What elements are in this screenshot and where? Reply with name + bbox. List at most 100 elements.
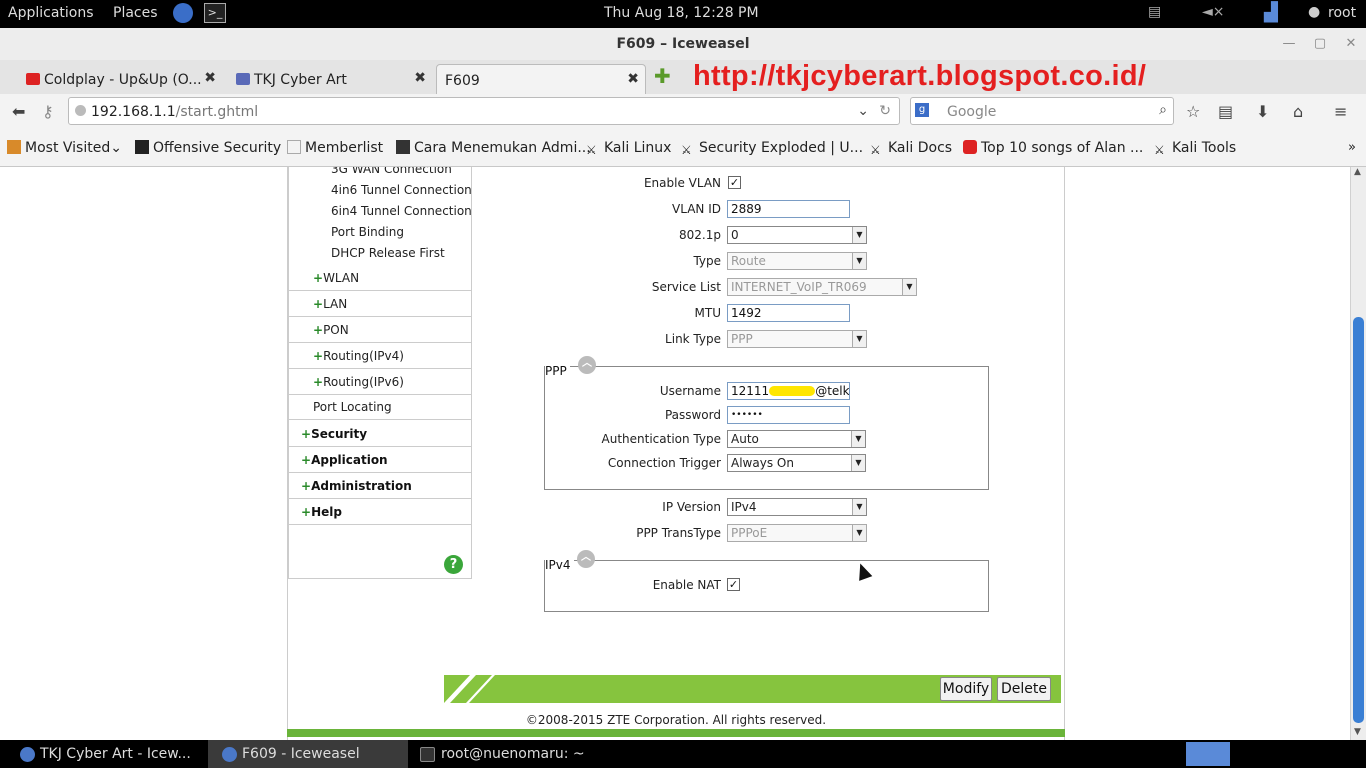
tab-tkj-cyber-art[interactable]: TKJ Cyber Art ✖ — [230, 64, 432, 94]
menu-application[interactable]: +Application — [289, 447, 471, 473]
bookmarks-overflow-icon[interactable]: » — [1348, 140, 1356, 155]
close-tab-icon[interactable]: ✖ — [204, 70, 216, 86]
user-menu[interactable]: root — [1328, 5, 1356, 21]
applications-menu[interactable]: Applications — [8, 5, 94, 21]
new-tab-icon[interactable]: ✚ — [654, 64, 671, 88]
close-tab-icon[interactable]: ✖ — [627, 71, 639, 87]
bookmark-star-icon[interactable]: ☆ — [1186, 102, 1200, 121]
bookmark-top10-songs[interactable]: Top 10 songs of Alan ... — [963, 140, 1143, 156]
tab-coldplay[interactable]: Coldplay - Up&Up (O... ✖ — [20, 64, 222, 94]
menu-help[interactable]: +Help — [289, 499, 471, 525]
username-input[interactable]: 12111@telkc — [727, 382, 850, 400]
password-input[interactable]: •••••• — [727, 406, 850, 424]
close-window-icon[interactable]: ✕ — [1342, 35, 1360, 53]
chat-icon[interactable]: ● — [1308, 4, 1320, 20]
tab-f609[interactable]: F609 ✖ — [436, 64, 646, 94]
taskbar: TKJ Cyber Art - Icew... F609 - Iceweasel… — [0, 740, 1366, 768]
ipv4-legend: IPv4 — [545, 558, 574, 572]
enable-nat-checkbox[interactable]: ✓ — [727, 578, 740, 591]
8021p-select[interactable]: 0 ▼ — [727, 226, 867, 244]
terminal-launcher-icon[interactable]: >_ — [204, 3, 226, 23]
vertical-scrollbar[interactable]: ▲ ▼ — [1350, 167, 1366, 740]
service-list-select[interactable]: INTERNET_VoIP_TR069 ▼ — [727, 278, 917, 296]
vlan-id-label: VLAN ID — [672, 202, 721, 216]
taskbar-terminal[interactable]: root@nuenomaru: ~ — [408, 740, 628, 768]
type-select[interactable]: Route ▼ — [727, 252, 867, 270]
maximize-icon[interactable]: ▢ — [1311, 35, 1329, 53]
menu-wlan[interactable]: +WLAN — [289, 265, 471, 291]
menu-pon[interactable]: +PON — [289, 317, 471, 343]
search-placeholder: Google — [947, 104, 997, 120]
iceweasel-icon — [222, 747, 237, 762]
menu-lan[interactable]: +LAN — [289, 291, 471, 317]
places-menu[interactable]: Places — [113, 5, 158, 21]
navigation-bar: ⬅ ⚷ 192.168.1.1/start.ghtml ⌄ ↻ g Google… — [0, 94, 1366, 130]
site-icon — [396, 140, 410, 154]
bookmark-kali-linux[interactable]: ⚔ Kali Linux — [586, 140, 671, 157]
menu-port-locating[interactable]: Port Locating — [289, 394, 471, 420]
clock[interactable]: Thu Aug 18, 12:28 PM — [604, 5, 759, 21]
copyright-text: ©2008-2015 ZTE Corporation. All rights r… — [525, 713, 827, 727]
url-dropdown-icon[interactable]: ⌄ — [857, 103, 869, 119]
taskbar-f609[interactable]: F609 - Iceweasel — [208, 740, 408, 768]
bookmark-memberlist[interactable]: Memberlist — [287, 140, 383, 156]
bookmark-cara-menemukan[interactable]: Cara Menemukan Admi... — [396, 140, 591, 156]
kali-dragon-icon: ⚔ — [870, 143, 881, 157]
clipboard-icon[interactable]: ▤ — [1148, 4, 1161, 20]
bookmark-most-visited[interactable]: Most Visited⌄ — [7, 140, 122, 156]
connection-trigger-label: Connection Trigger — [607, 456, 721, 470]
help-icon[interactable]: ? — [444, 555, 463, 574]
auth-type-select[interactable]: Auto ▼ — [727, 430, 866, 448]
google-icon[interactable]: g — [915, 103, 929, 117]
menu-administration[interactable]: +Administration — [289, 473, 471, 499]
enable-vlan-checkbox[interactable]: ✓ — [728, 176, 741, 189]
scroll-up-icon[interactable]: ▲ — [1354, 167, 1361, 177]
delete-button[interactable]: Delete — [997, 677, 1051, 701]
bookmark-kali-tools[interactable]: ⚔ Kali Tools — [1154, 140, 1236, 157]
vlan-id-input[interactable]: 2889 — [727, 200, 850, 218]
chevron-down-icon: ▼ — [852, 525, 866, 541]
scrollbar-thumb[interactable] — [1353, 317, 1364, 723]
page-icon — [287, 140, 301, 154]
bookmark-kali-docs[interactable]: ⚔ Kali Docs — [870, 140, 952, 157]
scroll-down-icon[interactable]: ▼ — [1354, 727, 1361, 737]
menu-dhcp-release[interactable]: DHCP Release First — [331, 240, 513, 266]
reload-icon[interactable]: ↻ — [879, 103, 891, 119]
taskbar-tkj-cyber-art[interactable]: TKJ Cyber Art - Icew... — [0, 740, 208, 768]
search-icon[interactable]: ⌕ — [1159, 102, 1167, 118]
volume-muted-icon[interactable]: ◄× — [1202, 4, 1225, 20]
ppp-transtype-select[interactable]: PPPoE ▼ — [727, 524, 867, 542]
connection-trigger-select[interactable]: Always On ▼ — [727, 454, 866, 472]
workspace-switcher[interactable] — [1186, 742, 1230, 766]
collapse-ipv4-icon[interactable]: ︿ — [577, 550, 595, 568]
ip-version-select[interactable]: IPv4 ▼ — [727, 498, 867, 516]
search-box[interactable]: g Google ⌕ — [910, 97, 1174, 125]
bookmark-security-exploded[interactable]: ⚔ Security Exploded | U... — [681, 140, 863, 157]
network-signal-icon[interactable]: ▟ — [1264, 2, 1278, 23]
menu-icon[interactable]: ≡ — [1334, 102, 1347, 121]
collapse-ppp-icon[interactable]: ︿ — [578, 356, 596, 374]
footer-bar — [287, 729, 1065, 737]
close-tab-icon[interactable]: ✖ — [414, 70, 426, 86]
enable-nat-label: Enable NAT — [652, 578, 721, 592]
iceweasel-launcher-icon[interactable] — [173, 3, 193, 23]
youtube-icon — [963, 140, 977, 154]
mtu-input[interactable]: 1492 — [727, 304, 850, 322]
site-identity-icon[interactable]: ⚷ — [42, 102, 54, 121]
link-type-select[interactable]: PPP ▼ — [727, 330, 867, 348]
menu-routing-ipv6[interactable]: +Routing(IPv6) — [289, 369, 471, 395]
chevron-down-icon: ▼ — [851, 431, 865, 447]
reading-list-icon[interactable]: ▤ — [1218, 102, 1233, 121]
modify-button[interactable]: Modify — [940, 677, 992, 701]
watermark-url: http://tkjcyberart.blogspot.co.id/ — [693, 60, 1147, 92]
back-icon[interactable]: ⬅ — [12, 102, 25, 121]
menu-security[interactable]: +Security — [289, 421, 471, 447]
home-icon[interactable]: ⌂ — [1293, 102, 1303, 121]
bookmark-offensive-security[interactable]: Offensive Security — [135, 140, 281, 156]
globe-icon — [75, 105, 86, 116]
download-icon[interactable]: ⬇ — [1256, 102, 1269, 121]
menu-routing-ipv4[interactable]: +Routing(IPv4) — [289, 343, 471, 369]
minimize-icon[interactable]: — — [1280, 35, 1298, 53]
url-bar[interactable]: 192.168.1.1/start.ghtml ⌄ ↻ — [68, 97, 900, 125]
url-path: /start.ghtml — [175, 104, 259, 120]
